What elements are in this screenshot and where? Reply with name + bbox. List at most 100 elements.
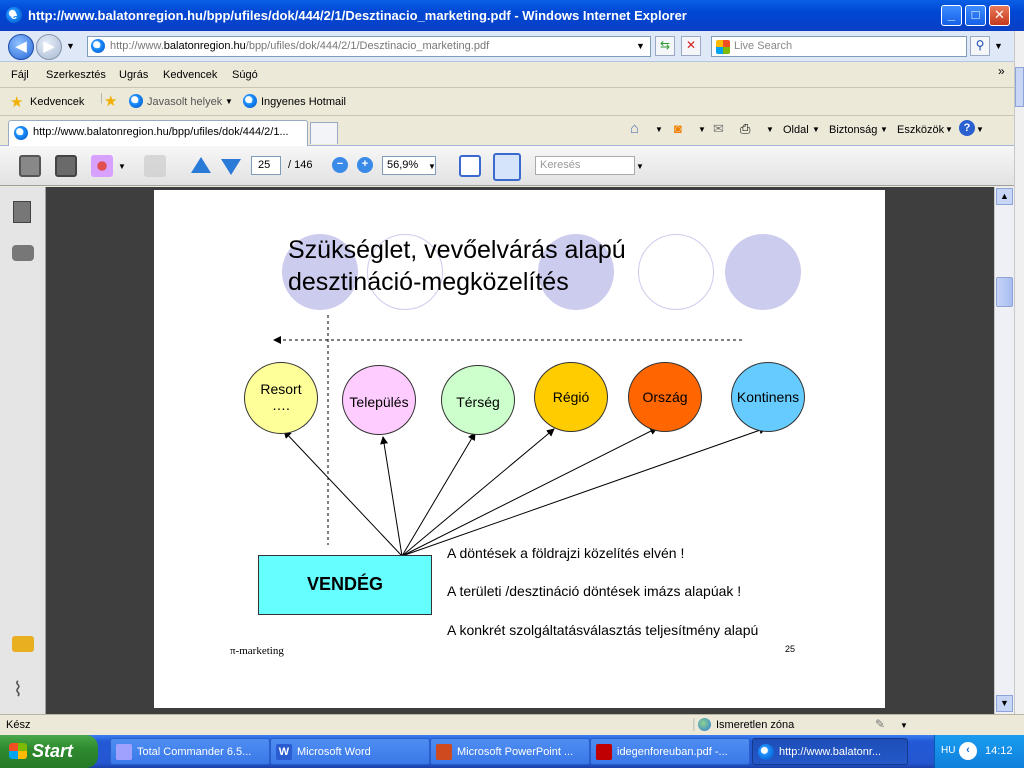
window-scroll-thumb[interactable] — [1015, 67, 1024, 107]
zoom-dropdown-icon[interactable]: ▼ — [428, 162, 436, 171]
navigation-panel: ⌇ — [0, 187, 46, 714]
start-button[interactable]: Start — [0, 735, 98, 768]
pdf-save-icon[interactable] — [55, 155, 77, 177]
internet-zone-icon — [698, 718, 711, 731]
feeds-dropdown-icon[interactable]: ▼ — [698, 125, 706, 134]
protected-mode-icon[interactable]: ✎ — [875, 717, 885, 731]
forward-button[interactable]: ▶ — [36, 34, 62, 60]
fit-width-icon[interactable] — [459, 155, 481, 177]
tools-menu[interactable]: Eszközök — [897, 124, 944, 136]
zoom-out-icon[interactable]: − — [332, 157, 348, 173]
task-word[interactable]: W Microsoft Word — [270, 738, 430, 765]
scroll-up-icon[interactable]: ▲ — [996, 188, 1013, 205]
zone-text: Ismeretlen zóna — [716, 719, 795, 731]
suggested-sites-icon: e — [129, 94, 143, 108]
tools-dropdown-icon[interactable]: ▼ — [945, 125, 953, 134]
hotmail-link[interactable]: Ingyenes Hotmail — [261, 96, 346, 108]
task-total-commander[interactable]: Total Commander 6.5... — [110, 738, 270, 765]
page-number-input[interactable]: 25 — [251, 156, 281, 175]
help-dropdown-icon[interactable]: ▼ — [976, 125, 984, 134]
help-icon[interactable]: ? — [959, 120, 975, 136]
arrow-telepules — [380, 436, 403, 557]
window-scrollbar[interactable] — [1014, 31, 1024, 714]
page-menu[interactable]: Oldal — [783, 124, 809, 136]
menu-edit[interactable]: Szerkesztés — [46, 69, 106, 81]
favorites-button[interactable]: Kedvencek — [30, 96, 84, 108]
tab-current[interactable]: e http://www.balatonregion.hu/bpp/ufiles… — [8, 120, 308, 146]
new-tab-button[interactable] — [310, 122, 338, 144]
fit-page-icon[interactable] — [493, 153, 521, 181]
node-regio: Régió — [534, 362, 608, 432]
task-label: Microsoft PowerPoint ... — [457, 746, 574, 758]
task-label: Total Commander 6.5... — [137, 746, 252, 758]
zoom-status-dropdown-icon[interactable]: ▼ — [900, 721, 908, 730]
suggested-sites-button[interactable]: Javasolt helyek — [147, 96, 222, 108]
history-dropdown-icon[interactable]: ▼ — [66, 41, 75, 51]
suggested-dropdown-icon[interactable]: ▼ — [225, 97, 233, 106]
attachments-icon[interactable]: ⌇ — [13, 677, 23, 702]
scroll-down-icon[interactable]: ▼ — [996, 695, 1013, 712]
zoom-in-icon[interactable]: + — [357, 157, 373, 173]
node-orszag-label: Ország — [642, 389, 688, 405]
scroll-thumb[interactable] — [996, 277, 1013, 307]
pdf-collaborate-icon[interactable] — [91, 155, 113, 177]
page-dropdown-icon[interactable]: ▼ — [812, 125, 820, 134]
collaborate-dropdown-icon[interactable]: ▼ — [118, 162, 126, 171]
close-button[interactable]: ✕ — [989, 5, 1010, 26]
chevron-more-icon[interactable]: » — [998, 64, 1005, 78]
node-resort: Resort …. — [244, 362, 318, 434]
task-ie[interactable]: http://www.balatonr... — [752, 738, 908, 765]
address-dropdown-icon[interactable]: ▼ — [636, 41, 645, 51]
node-telepules-label: Település — [349, 394, 409, 410]
pdf-review-icon[interactable] — [144, 155, 166, 177]
address-input[interactable]: e http://www.balatonregion.hu/bpp/ufiles… — [87, 36, 651, 57]
menu-favorites[interactable]: Kedvencek — [163, 69, 217, 81]
refresh-icon[interactable]: ⇆ — [655, 36, 675, 56]
node-resort-sub: …. — [272, 397, 290, 413]
pdf-slide: Szükséglet, vevőelvárás alapú desztináci… — [154, 190, 885, 708]
search-placeholder: Live Search — [734, 40, 793, 52]
search-input[interactable]: Live Search — [711, 36, 967, 57]
safety-menu[interactable]: Biztonság — [829, 124, 877, 136]
task-pdf[interactable]: idegenforeuban.pdf -... — [590, 738, 750, 765]
stop-icon[interactable]: ✕ — [681, 36, 701, 56]
maximize-button[interactable]: □ — [965, 5, 986, 26]
mail-icon[interactable]: ✉ — [713, 121, 724, 137]
favorites-bar: ★ Kedvencek | ★ e Javasolt helyek ▼ e In… — [0, 88, 1014, 116]
title-bar[interactable]: e http://www.balatonregion.hu/bpp/ufiles… — [0, 0, 1024, 31]
search-go-icon[interactable]: ⚲ — [970, 36, 990, 56]
menu-go[interactable]: Ugrás — [119, 69, 148, 81]
clock: 14:12 — [985, 745, 1013, 757]
find-binoculars-icon[interactable] — [12, 245, 34, 261]
task-powerpoint[interactable]: Microsoft PowerPoint ... — [430, 738, 590, 765]
back-button[interactable]: ◀ — [8, 34, 34, 60]
home-icon[interactable]: ⌂ — [630, 120, 639, 137]
next-page-icon[interactable] — [221, 159, 241, 175]
system-tray: HU ‹ 14:12 — [934, 735, 1024, 768]
pdf-print-icon[interactable] — [19, 155, 41, 177]
print-dropdown-icon[interactable]: ▼ — [766, 125, 774, 134]
menu-file[interactable]: Fájl — [11, 69, 29, 81]
find-input[interactable]: Keresés — [535, 156, 635, 175]
comments-icon[interactable] — [12, 636, 34, 652]
url-domain: balatonregion.hu — [163, 40, 246, 52]
previous-page-icon[interactable] — [191, 157, 211, 173]
find-dropdown-icon[interactable]: ▼ — [636, 162, 644, 171]
home-dropdown-icon[interactable]: ▼ — [655, 125, 663, 134]
separator: | — [100, 92, 103, 104]
pages-panel-icon[interactable] — [13, 201, 31, 223]
menu-help[interactable]: Súgó — [232, 69, 258, 81]
live-search-logo-icon — [716, 40, 730, 54]
feeds-icon[interactable]: ◙ — [674, 121, 682, 136]
node-telepules: Település — [342, 365, 416, 435]
hotmail-icon: e — [243, 94, 257, 108]
safety-dropdown-icon[interactable]: ▼ — [880, 125, 888, 134]
print-icon[interactable]: ⎙ — [740, 121, 750, 137]
minimize-button[interactable]: _ — [941, 5, 962, 26]
document-scrollbar[interactable]: ▲ ▼ — [994, 187, 1014, 714]
search-options-icon[interactable]: ▼ — [994, 41, 1003, 51]
add-favorite-icon[interactable]: ★ — [104, 92, 117, 110]
separator: | — [692, 715, 696, 731]
tray-expand-icon[interactable]: ‹ — [959, 742, 977, 760]
language-indicator[interactable]: HU — [941, 745, 955, 756]
